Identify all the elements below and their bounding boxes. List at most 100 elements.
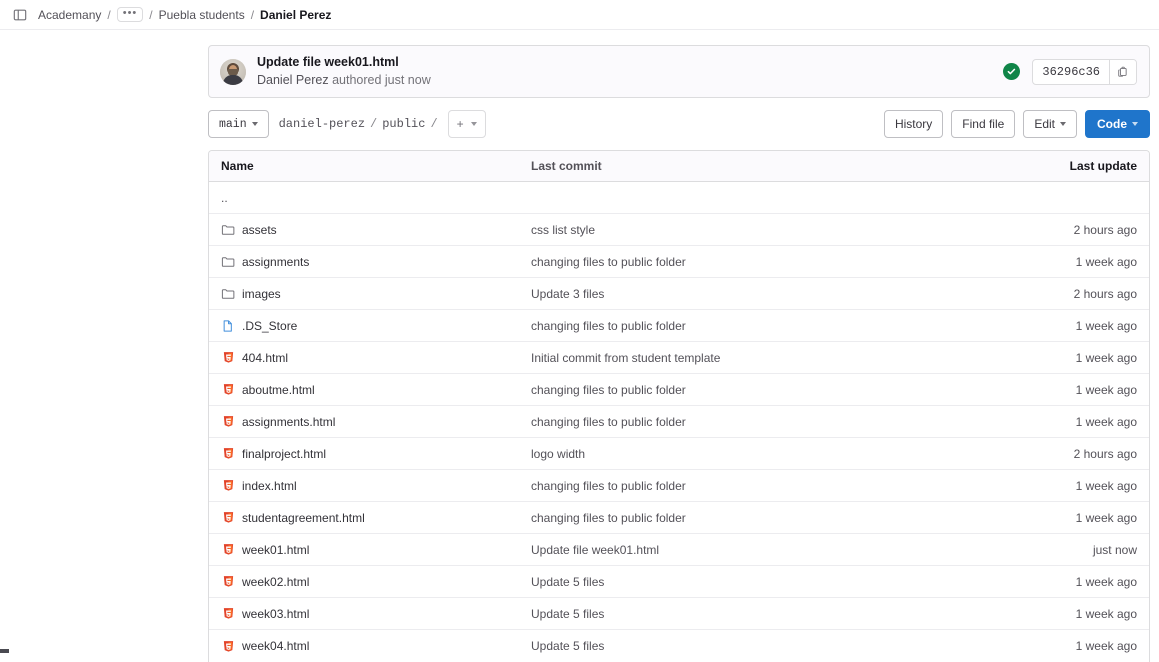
code-dropdown-button[interactable]: Code — [1085, 110, 1150, 138]
sidebar-toggle-icon[interactable] — [10, 5, 30, 25]
last-commit-cell: Update 5 files — [531, 575, 1009, 589]
file-link[interactable]: assets — [242, 223, 277, 237]
table-row[interactable]: assignments changing files to public fold… — [209, 246, 1149, 278]
last-commit-message[interactable]: Update file week01.html — [531, 543, 659, 557]
last-commit-message[interactable]: changing files to public folder — [531, 479, 686, 493]
commit-sha[interactable]: 36296c36 — [1033, 60, 1109, 84]
toolbar-actions: History Find file Edit Code — [884, 110, 1150, 138]
last-commit-message[interactable]: Update 5 files — [531, 639, 604, 653]
last-commit-message[interactable]: Update 5 files — [531, 607, 604, 621]
history-button[interactable]: History — [884, 110, 943, 138]
last-commit-cell: changing files to public folder — [531, 255, 1009, 269]
last-update-cell: 1 week ago — [1009, 479, 1149, 493]
last-commit-message[interactable]: Update 3 files — [531, 287, 604, 301]
copy-icon[interactable] — [1109, 60, 1136, 84]
table-row[interactable]: aboutme.html changing files to public fol… — [209, 374, 1149, 406]
column-header-last-update: Last update — [1009, 159, 1149, 173]
commit-author-line: Daniel Perez authored just now — [257, 72, 431, 89]
commit-authored-text: authored just now — [332, 73, 431, 87]
branch-selector-button[interactable]: main — [208, 110, 269, 138]
folder-icon — [221, 255, 235, 269]
table-row[interactable]: week03.htmlUpdate 5 files1 week ago — [209, 598, 1149, 630]
chevron-down-icon — [471, 122, 477, 126]
table-row[interactable]: .DS_Store changing files to public folder… — [209, 310, 1149, 342]
path-segment-repo[interactable]: daniel-perez — [279, 117, 365, 131]
breadcrumb-ellipsis-button[interactable]: ••• — [117, 7, 144, 22]
file-link[interactable]: week01.html — [242, 543, 309, 557]
last-update-cell: 1 week ago — [1009, 383, 1149, 397]
last-commit-cell: Update 3 files — [531, 287, 1009, 301]
breadcrumb-item-group[interactable]: Puebla students — [159, 8, 245, 22]
table-row[interactable]: assets css list style 2 hours ago — [209, 214, 1149, 246]
last-commit-cell: changing files to public folder — [531, 383, 1009, 397]
table-row[interactable]: week04.htmlUpdate 5 files1 week ago — [209, 630, 1149, 662]
edit-dropdown-button[interactable]: Edit — [1023, 110, 1077, 138]
file-link[interactable]: index.html — [242, 479, 297, 493]
table-row[interactable]: studentagreement.html changing files to p… — [209, 502, 1149, 534]
file-link[interactable]: week04.html — [242, 639, 309, 653]
table-row[interactable]: assignments.html changing files to public… — [209, 406, 1149, 438]
add-to-repo-button[interactable]: + — [448, 110, 486, 138]
last-update-cell: 1 week ago — [1009, 351, 1149, 365]
commit-title[interactable]: Update file week01.html — [257, 54, 431, 71]
table-row[interactable]: index.html changing files to public folde… — [209, 470, 1149, 502]
last-commit-message[interactable]: changing files to public folder — [531, 511, 686, 525]
breadcrumb-item-current[interactable]: Daniel Perez — [260, 8, 331, 22]
parent-directory-link[interactable]: .. — [209, 191, 531, 205]
last-commit-message[interactable]: changing files to public folder — [531, 255, 686, 269]
last-commit-cell: logo width — [531, 447, 1009, 461]
file-link[interactable]: week02.html — [242, 575, 309, 589]
chevron-down-icon — [1060, 122, 1066, 126]
file-name-cell: week01.html — [209, 543, 531, 557]
table-row[interactable]: 404.html Initial commit from student temp… — [209, 342, 1149, 374]
html5-icon — [221, 479, 235, 493]
file-icon — [221, 319, 235, 333]
file-link[interactable]: finalproject.html — [242, 447, 326, 461]
last-update-cell: 2 hours ago — [1009, 223, 1149, 237]
file-link[interactable]: aboutme.html — [242, 383, 315, 397]
html5-icon — [221, 415, 235, 429]
breadcrumb-separator: / — [149, 8, 152, 22]
table-row[interactable]: images Update 3 files 2 hours ago — [209, 278, 1149, 310]
last-update-cell: 1 week ago — [1009, 511, 1149, 525]
commit-meta: 36296c36 — [1003, 59, 1137, 85]
last-commit-message[interactable]: changing files to public folder — [531, 415, 686, 429]
html5-icon — [221, 383, 235, 397]
file-link[interactable]: assignments.html — [242, 415, 335, 429]
table-row[interactable]: week02.htmlUpdate 5 files1 week ago — [209, 566, 1149, 598]
file-name-cell: .DS_Store — [209, 319, 531, 333]
last-commit-message[interactable]: Initial commit from student template — [531, 351, 720, 365]
left-rail — [0, 31, 3, 653]
file-name-cell: assignments — [209, 255, 531, 269]
table-row[interactable]: week01.htmlUpdate file week01.htmljust n… — [209, 534, 1149, 566]
last-commit-message[interactable]: changing files to public folder — [531, 319, 686, 333]
file-link[interactable]: .DS_Store — [242, 319, 297, 333]
avatar[interactable] — [220, 59, 246, 85]
commit-sha-group: 36296c36 — [1032, 59, 1137, 85]
pipeline-status-icon[interactable] — [1003, 63, 1020, 80]
file-link[interactable]: assignments — [242, 255, 309, 269]
parent-directory-row[interactable]: .. — [209, 182, 1149, 214]
last-update-cell: 1 week ago — [1009, 415, 1149, 429]
find-file-button[interactable]: Find file — [951, 110, 1015, 138]
last-commit-cell: Update file week01.html — [531, 543, 1009, 557]
last-commit-cell: changing files to public folder — [531, 479, 1009, 493]
html5-icon — [221, 511, 235, 525]
path-segment-folder[interactable]: public — [382, 117, 425, 131]
file-link[interactable]: images — [242, 287, 281, 301]
last-commit-message[interactable]: logo width — [531, 447, 585, 461]
repository-content: Update file week01.html Daniel Perez aut… — [208, 31, 1150, 662]
last-commit-message[interactable]: changing files to public folder — [531, 383, 686, 397]
file-link[interactable]: week03.html — [242, 607, 309, 621]
file-link[interactable]: studentagreement.html — [242, 511, 365, 525]
column-header-last-commit: Last commit — [531, 159, 1009, 173]
table-row[interactable]: finalproject.htmllogo width2 hours ago — [209, 438, 1149, 470]
commit-author[interactable]: Daniel Perez — [257, 73, 329, 87]
last-commit-message[interactable]: Update 5 files — [531, 575, 604, 589]
file-link[interactable]: 404.html — [242, 351, 288, 365]
breadcrumb-item-root[interactable]: Academany — [38, 8, 101, 22]
breadcrumb-separator: / — [251, 8, 254, 22]
last-update-cell: 2 hours ago — [1009, 287, 1149, 301]
html5-icon — [221, 351, 235, 365]
last-commit-message[interactable]: css list style — [531, 223, 595, 237]
